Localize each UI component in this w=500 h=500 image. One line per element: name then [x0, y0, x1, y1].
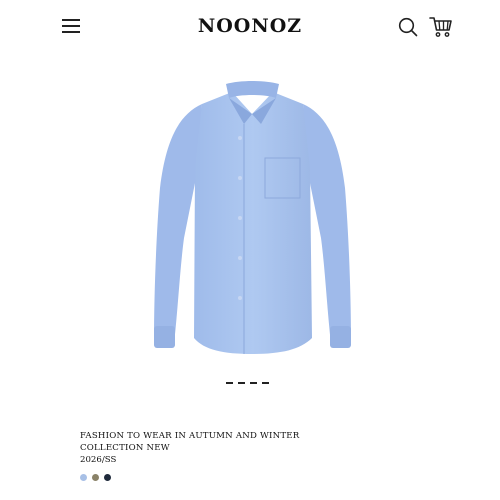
image-carousel-indicator [226, 382, 269, 386]
product-season: 2026/SS [80, 455, 117, 465]
product-info: FASHION TO WEAR IN AUTUMN AND WINTER COL… [80, 430, 420, 466]
product-title-line1[interactable]: FASHION TO WEAR IN AUTUMN AND WINTER [80, 430, 420, 442]
color-swatch[interactable] [104, 474, 111, 481]
carousel-dot[interactable] [250, 382, 257, 384]
carousel-dot[interactable] [262, 382, 269, 384]
product-title-line2[interactable]: COLLECTION NEW [80, 442, 420, 454]
search-icon[interactable] [397, 16, 419, 38]
carousel-dot[interactable] [238, 382, 245, 384]
brand-logo[interactable]: NOONOZ [0, 15, 500, 37]
color-swatch[interactable] [92, 474, 99, 481]
color-swatches [80, 474, 111, 481]
product-image[interactable] [140, 78, 365, 368]
shopping-cart-icon[interactable] [428, 15, 454, 39]
carousel-dot[interactable] [226, 382, 233, 384]
site-header: NOONOZ [0, 0, 500, 56]
color-swatch[interactable] [80, 474, 87, 481]
